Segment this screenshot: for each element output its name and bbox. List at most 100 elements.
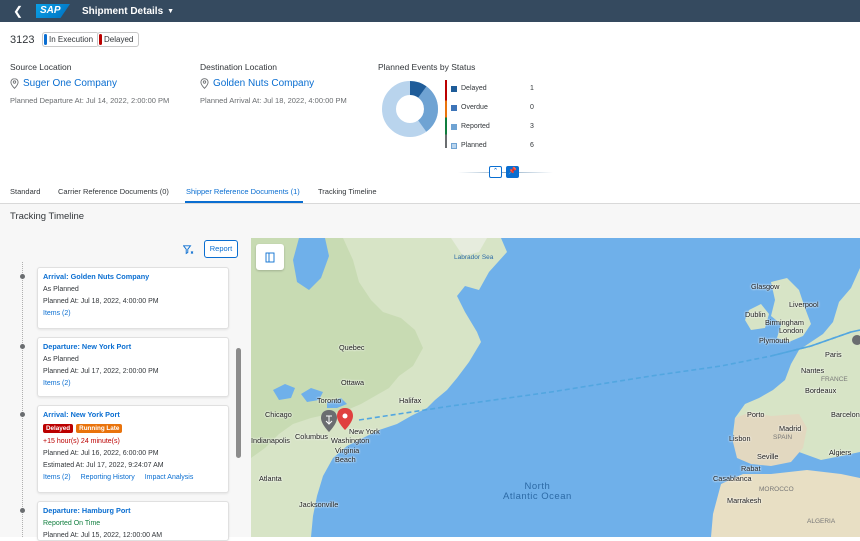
- legend-value: 0: [530, 104, 534, 111]
- map-label: Columbus: [295, 432, 328, 441]
- pin-header-button[interactable]: 📌: [506, 166, 519, 178]
- filter-icon[interactable]: [182, 245, 194, 257]
- tab-shipper-reference-documents[interactable]: Shipper Reference Documents (1): [186, 187, 300, 196]
- card-planned: Planned At: Jul 17, 2022, 2:00:00 PM: [43, 368, 159, 375]
- status-in-execution: In Execution: [42, 32, 100, 47]
- timeline-dot: [20, 274, 25, 279]
- tab-bar: Standard Carrier Reference Documents (0)…: [0, 178, 860, 204]
- tab-standard[interactable]: Standard: [10, 187, 40, 196]
- map-label: Chicago: [265, 410, 292, 419]
- timeline-scrollbar[interactable]: [236, 348, 241, 458]
- object-header: 3123 In Execution Delayed Source Locatio…: [0, 22, 860, 204]
- reporting-history-link[interactable]: Reporting History: [81, 474, 135, 481]
- legend-label: Planned: [461, 142, 487, 149]
- planned-arrival-label: Planned Arrival At:: [200, 96, 262, 105]
- section-title: Tracking Timeline: [10, 211, 85, 222]
- legend-item[interactable]: Reported: [451, 123, 490, 130]
- map-label: Jacksonville: [299, 500, 339, 509]
- card-items-link[interactable]: Items (2): [43, 474, 71, 481]
- planned-arrival: Planned Arrival At: Jul 18, 2022, 4:00:0…: [200, 96, 347, 105]
- card-links: Items (2) Reporting History Impact Analy…: [43, 474, 223, 481]
- shell-bar: ❮ SAP Shipment Details ▼: [0, 0, 860, 22]
- card-items-link[interactable]: Items (2): [43, 310, 223, 317]
- map-label: Virginia Beach: [335, 446, 360, 464]
- legend-value: 3: [530, 123, 534, 130]
- map-label: Indianapolis: [251, 436, 290, 445]
- tab-carrier-reference-documents[interactable]: Carrier Reference Documents (0): [58, 187, 169, 196]
- legend-item[interactable]: Planned: [451, 142, 487, 149]
- card-title[interactable]: Arrival: Golden Nuts Company: [43, 272, 223, 281]
- planned-arrival-value: Jul 18, 2022, 4:00:00 PM: [263, 96, 347, 105]
- timeline-card-departure-new-york[interactable]: Departure: New York Port As Planned Plan…: [37, 337, 229, 397]
- impact-analysis-link[interactable]: Impact Analysis: [145, 474, 194, 481]
- map-label: Dublin: [745, 310, 766, 319]
- map-label: Toronto: [317, 396, 342, 405]
- source-location-link[interactable]: Suger One Company: [10, 78, 117, 89]
- card-status: Reported On Time: [43, 520, 101, 527]
- legend-status-bar: [445, 80, 447, 148]
- legend-item[interactable]: Overdue: [451, 104, 488, 111]
- map-label: Plymouth: [759, 336, 790, 345]
- timeline-card-arrival-golden-nuts[interactable]: Arrival: Golden Nuts Company As Planned …: [37, 267, 229, 329]
- map-label-country: ALGERIA: [807, 518, 836, 525]
- badge-delayed: Delayed: [43, 424, 74, 433]
- legend-swatch: [451, 142, 457, 149]
- timeline-card-arrival-new-york[interactable]: Arrival: New York Port Delayed Running La…: [37, 405, 229, 493]
- legend-label: Reported: [461, 123, 490, 130]
- map-label: Barcelona: [831, 410, 860, 419]
- app-title-menu[interactable]: Shipment Details ▼: [82, 6, 174, 17]
- card-title[interactable]: Departure: New York Port: [43, 342, 223, 351]
- timeline-axis: [22, 262, 23, 537]
- card-delay: +15 hour(s) 24 minute(s): [43, 438, 120, 445]
- map-label: Ottawa: [341, 378, 365, 387]
- tab-tracking-timeline[interactable]: Tracking Timeline: [318, 187, 377, 196]
- map-label-country: MOROCCO: [759, 486, 794, 493]
- destination-location-link[interactable]: Golden Nuts Company: [200, 78, 314, 89]
- card-title[interactable]: Departure: Hamburg Port: [43, 506, 223, 515]
- source-location-label: Source Location: [10, 62, 72, 72]
- card-planned: Planned At: Jul 15, 2022, 12:00:00 AM: [43, 532, 163, 539]
- report-button[interactable]: Report: [204, 240, 238, 258]
- card-title[interactable]: Arrival: New York Port: [43, 410, 223, 419]
- destination-location-name: Golden Nuts Company: [213, 78, 315, 89]
- map-label: Halifax: [399, 396, 422, 405]
- events-donut-chart[interactable]: [381, 80, 439, 138]
- collapse-header-button[interactable]: ⌃: [489, 166, 502, 178]
- card-status: As Planned: [43, 286, 79, 293]
- card-status: As Planned: [43, 356, 79, 363]
- legend-label: Overdue: [461, 104, 488, 111]
- destination-location-label: Destination Location: [200, 62, 278, 72]
- card-items-link[interactable]: Items (2): [43, 380, 223, 387]
- map-label-country: SPAIN: [773, 434, 793, 441]
- timeline-dot: [20, 412, 25, 417]
- legend-swatch: [451, 104, 457, 111]
- card-planned: Planned At: Jul 16, 2022, 6:00:00 PM: [43, 450, 159, 457]
- map-label: Washington: [331, 436, 370, 445]
- map-label: Madrid: [779, 424, 802, 433]
- location-pin-icon: [200, 78, 209, 89]
- events-chart-title: Planned Events by Status: [378, 62, 476, 72]
- map-legend-toggle-button[interactable]: [256, 244, 284, 270]
- map-label: Bordeaux: [805, 386, 837, 395]
- legend-item[interactable]: Delayed: [451, 85, 487, 92]
- timeline-dot: [20, 344, 25, 349]
- timeline-card-departure-hamburg[interactable]: Departure: Hamburg Port Reported On Time…: [37, 501, 229, 541]
- tracking-map[interactable]: Labrador Sea Quebec Ottawa Toronto Chica…: [251, 238, 860, 537]
- card-planned: Planned At: Jul 18, 2022, 4:00:00 PM: [43, 298, 159, 305]
- map-label: Labrador Sea: [454, 254, 494, 261]
- planned-departure-value: Jul 14, 2022, 2:00:00 PM: [85, 96, 170, 105]
- location-pin-icon: [10, 78, 19, 89]
- planned-departure: Planned Departure At: Jul 14, 2022, 2:00…: [10, 96, 169, 105]
- source-location-name: Suger One Company: [23, 78, 117, 89]
- map-label: Atlanta: [259, 474, 282, 483]
- object-id: 3123: [10, 34, 35, 46]
- map-label: Rabat: [741, 464, 761, 473]
- planned-departure-label: Planned Departure At:: [10, 96, 84, 105]
- card-badges: Delayed Running Late: [43, 424, 223, 433]
- map-label: Paris: [825, 350, 842, 359]
- map-label: Casablanca: [713, 474, 752, 483]
- card-estimated: Estimated At: Jul 17, 2022, 9:24:07 AM: [43, 462, 164, 469]
- map-label-country: FRANCE: [821, 376, 848, 383]
- chevron-left-icon[interactable]: ❮: [8, 0, 28, 22]
- map-label-ocean: North Atlantic Ocean: [503, 481, 572, 502]
